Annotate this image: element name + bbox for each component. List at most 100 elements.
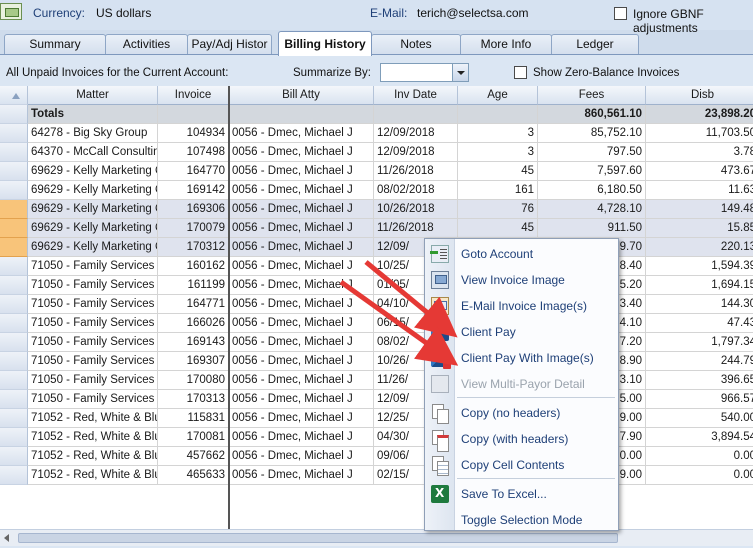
cell-fees[interactable]: 6,180.50 [538,181,646,200]
tab-summary[interactable]: Summary [4,34,106,55]
cell-disb[interactable]: 1,594.39 [646,257,753,276]
cell-atty[interactable]: 0056 - Dmec, Michael J [229,428,374,447]
tab-notes[interactable]: Notes [371,34,461,55]
cell-matter[interactable]: 71050 - Family Services of [28,276,158,295]
menu-item-copy-with-headers[interactable]: Copy (with headers) [425,427,618,452]
cell-invoice[interactable]: 169307 [158,352,229,371]
cell-disb[interactable]: 220.13 [646,238,753,257]
cell-invoice[interactable]: 104934 [158,124,229,143]
cell-disb[interactable]: 473.67 [646,162,753,181]
row-indicator[interactable] [0,447,28,466]
table-row[interactable]: 64370 - McCall Consulting 107498 0056 - Dm… [0,143,753,162]
row-indicator[interactable] [0,276,28,295]
cell-disb[interactable]: 11.63 [646,181,753,200]
cell-atty[interactable]: 0056 - Dmec, Michael J [229,143,374,162]
cell-atty[interactable]: 0056 - Dmec, Michael J [229,352,374,371]
cell-atty[interactable]: 0056 - Dmec, Michael J [229,200,374,219]
table-row[interactable]: 71050 - Family Services of 170080 0056 - D… [0,371,753,390]
table-row[interactable]: 69629 - Kelly Marketing Gr 169306 0056 - D… [0,200,753,219]
cell-age[interactable]: 76 [458,200,538,219]
cell-matter[interactable]: 71050 - Family Services of [28,352,158,371]
row-indicator[interactable] [0,200,28,219]
cell-invoice[interactable]: 170081 [158,428,229,447]
cell-matter[interactable]: 71050 - Family Services of [28,295,158,314]
email-value[interactable]: terich@selectsa.com [417,6,529,20]
cell-fees[interactable]: 4,728.10 [538,200,646,219]
cell-atty[interactable]: 0056 - Dmec, Michael J [229,276,374,295]
table-row[interactable]: 71050 - Family Services of 169307 0056 - D… [0,352,753,371]
row-indicator[interactable] [0,409,28,428]
row-indicator[interactable] [0,105,28,124]
row-indicator[interactable] [0,143,28,162]
cell-fees[interactable]: 7,597.60 [538,162,646,181]
menu-item-view-invoice-image[interactable]: View Invoice Image [425,268,618,292]
table-row[interactable]: 69629 - Kelly Marketing Gr 170079 0056 - D… [0,219,753,238]
cell-disb[interactable]: 1,694.15 [646,276,753,295]
table-row[interactable]: 69629 - Kelly Marketing Gr 170312 0056 - D… [0,238,753,257]
menu-item-goto-account[interactable]: Goto Account [425,242,618,266]
cell-age[interactable]: 3 [458,124,538,143]
cell-matter[interactable]: 69629 - Kelly Marketing Gr [28,219,158,238]
cell-atty[interactable]: 0056 - Dmec, Michael J [229,371,374,390]
chevron-down-icon[interactable] [452,64,468,81]
cell-invoice[interactable]: 170312 [158,238,229,257]
cell-date[interactable]: 11/26/2018 [374,219,458,238]
cell-invoice[interactable]: 457662 [158,447,229,466]
cell-disb[interactable]: 540.00 [646,409,753,428]
col-header-matter[interactable]: Matter [28,86,158,105]
menu-item-client-pay-with-image-s[interactable]: Client Pay With Image(s) [425,346,618,370]
row-indicator[interactable] [0,181,28,200]
tab-more-info[interactable]: More Info [460,34,552,55]
cell-invoice[interactable]: 161199 [158,276,229,295]
cell-invoice[interactable]: 465633 [158,466,229,485]
cell-matter[interactable]: 71052 - Red, White & Blue [28,466,158,485]
cell-disb[interactable]: 3,894.54 [646,428,753,447]
cell-fees[interactable]: 797.50 [538,143,646,162]
menu-item-client-pay[interactable]: Client Pay [425,320,618,344]
cell-matter[interactable]: 69629 - Kelly Marketing Gr [28,200,158,219]
menu-item-e-mail-invoice-image-s[interactable]: E-Mail Invoice Image(s) [425,294,618,318]
cell-invoice[interactable]: 166026 [158,314,229,333]
col-header-age[interactable]: Age [458,86,538,105]
row-indicator[interactable] [0,124,28,143]
menu-item-copy-cell-contents[interactable]: Copy Cell Contents [425,453,618,477]
cell-matter[interactable]: 64278 - Big Sky Group [28,124,158,143]
cell-invoice[interactable]: 170079 [158,219,229,238]
cell-atty[interactable]: 0056 - Dmec, Michael J [229,466,374,485]
menu-item-toggle-selection-mode[interactable]: Toggle Selection Mode [425,508,618,532]
table-row[interactable]: 64278 - Big Sky Group 104934 0056 - Dmec, … [0,124,753,143]
row-indicator[interactable] [0,466,28,485]
cell-matter[interactable]: 69629 - Kelly Marketing Gr [28,181,158,200]
cell-matter[interactable]: 69629 - Kelly Marketing Gr [28,162,158,181]
cell-invoice[interactable]: 164771 [158,295,229,314]
cell-invoice[interactable]: 115831 [158,409,229,428]
table-row[interactable]: 69629 - Kelly Marketing Gr 169142 0056 - D… [0,181,753,200]
cell-matter[interactable]: 71050 - Family Services of [28,257,158,276]
row-indicator[interactable] [0,238,28,257]
cell-invoice[interactable]: 164770 [158,162,229,181]
tab-pay-adj-history[interactable]: Pay/Adj Histor [187,34,272,55]
row-indicator[interactable] [0,219,28,238]
cell-date[interactable]: 10/26/2018 [374,200,458,219]
cell-disb[interactable]: 396.65 [646,371,753,390]
table-row[interactable]: 71052 - Red, White & Blue 457662 0056 - Dm… [0,447,753,466]
table-row[interactable]: 71050 - Family Services of 164771 0056 - D… [0,295,753,314]
summarize-by-select[interactable] [380,63,469,82]
cell-age[interactable]: 45 [458,162,538,181]
row-indicator[interactable] [0,295,28,314]
row-indicator[interactable] [0,428,28,447]
table-row[interactable]: 71050 - Family Services of 170313 0056 - D… [0,390,753,409]
row-indicator[interactable] [0,390,28,409]
menu-item-save-to-excel[interactable]: Save To Excel... [425,482,618,506]
cell-atty[interactable]: 0056 - Dmec, Michael J [229,124,374,143]
cell-invoice[interactable]: 169142 [158,181,229,200]
cell-disb[interactable]: 0.00 [646,447,753,466]
cell-fees[interactable]: 85,752.10 [538,124,646,143]
table-row[interactable]: 71052 - Red, White & Blue 115831 0056 - Dm… [0,409,753,428]
table-row[interactable]: 71050 - Family Services of 169143 0056 - D… [0,333,753,352]
cell-matter[interactable]: 71050 - Family Services of [28,371,158,390]
cell-age[interactable]: 45 [458,219,538,238]
cell-disb[interactable]: 0.00 [646,466,753,485]
cell-atty[interactable]: 0056 - Dmec, Michael J [229,295,374,314]
table-row[interactable]: 71050 - Family Services of 161199 0056 - D… [0,276,753,295]
